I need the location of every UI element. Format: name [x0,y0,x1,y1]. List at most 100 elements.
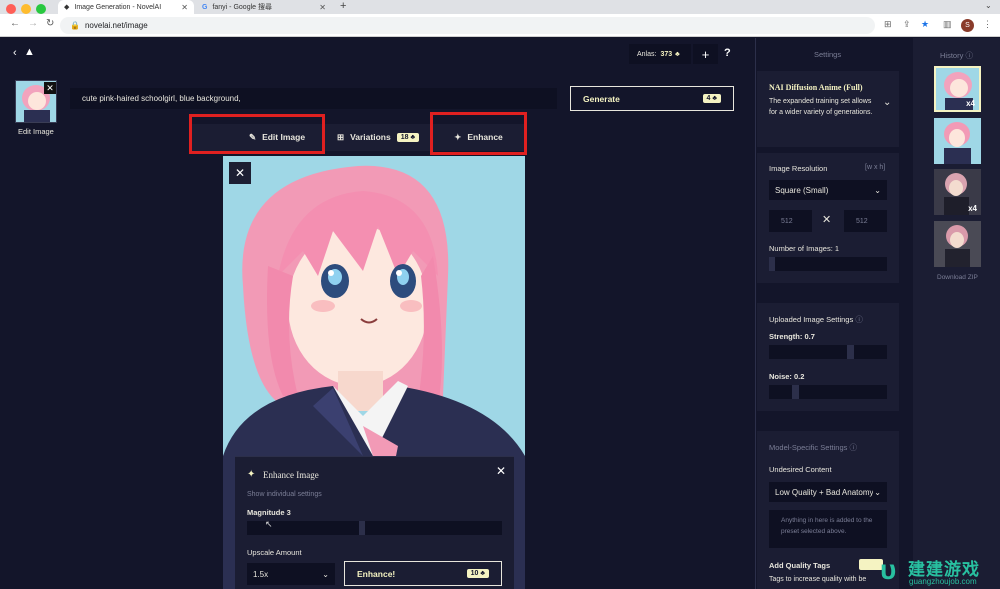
undesired-content-textarea[interactable]: Anything in here is added to the preset … [769,510,887,548]
tab-title: Image Generation - NovelAI [74,3,162,11]
enhance-submit-button[interactable]: Enhance! 10 ♣ [344,561,502,586]
minimize-window-dot[interactable] [21,4,31,14]
prompt-input[interactable]: cute pink-haired schoolgirl, blue backgr… [70,88,557,109]
share-icon[interactable]: ⇪ [903,19,911,30]
resolution-hint: [w x h] [865,164,886,171]
new-tab-icon[interactable]: + [340,0,346,12]
upscale-select[interactable]: 1.5x ⌄ [247,563,335,585]
resolution-label: Image Resolution [769,164,828,173]
tab-list-chevron-icon[interactable]: ⌄ [985,1,992,10]
variations-icon: ⊞ [336,131,345,142]
purchase-anlas-button[interactable]: + [693,44,718,64]
more-menu-icon[interactable]: ⋮ [983,19,992,30]
url-bar[interactable]: 🔒 novelai.net/image [60,17,875,34]
help-button[interactable]: ? [724,47,731,59]
edit-image-caption: Edit Image [18,127,54,136]
close-tab-icon[interactable]: ✕ [181,3,188,12]
noise-value: 0.2 [794,372,805,381]
noise-slider-thumb[interactable] [792,385,799,399]
maximize-window-dot[interactable] [36,4,46,14]
uploaded-settings-title: Uploaded Image Settings ⓘ [769,314,863,325]
history-thumbnail[interactable]: x4 [934,169,981,215]
variations-cost-badge: 18 ♣ [396,132,420,142]
history-thumbnail[interactable] [934,221,981,267]
model-description: The expanded training set allows for a w… [769,98,873,116]
generate-label: Generate [583,93,620,104]
history-title-text: History [940,51,964,60]
close-window-dot[interactable] [6,4,16,14]
collapse-left-icon[interactable]: ‹ [13,47,17,59]
profile-avatar[interactable]: S [961,19,974,32]
generate-cost-badge: 4 ♣ [702,94,721,103]
enhance-label: Enhance [467,132,503,142]
number-of-images-slider[interactable] [769,257,887,271]
reload-icon[interactable]: ↻ [46,18,54,29]
anlas-leaf-icon: ♣ [675,50,680,58]
edit-image-button[interactable]: ✎ Edit Image [238,126,316,148]
settings-title: Settings [814,50,842,59]
watermark-url: guangzhoujob.com [909,577,977,586]
undesired-content-label: Undesired Content [769,465,832,474]
generate-button[interactable]: Generate 4 ♣ [570,86,734,111]
anlas-value: 373 [660,50,673,58]
translate-icon[interactable]: ⊞ [884,19,892,30]
width-input[interactable]: 512 [769,210,812,232]
info-icon[interactable]: ⓘ [855,315,863,324]
close-image-icon[interactable]: ✕ [229,162,251,184]
height-input[interactable]: 512 [844,210,887,232]
model-selector[interactable]: NAI Diffusion Anime (Full) The expanded … [757,71,899,147]
pencil-icon: ✎ [248,131,257,142]
lock-icon: 🔒 [70,21,80,30]
history-thumbnail[interactable]: x4 [934,66,981,112]
tab-title: fanyi - Google 搜尋 [212,4,272,11]
remove-image-icon[interactable]: ✕ [44,82,56,94]
show-individual-settings-link[interactable]: Show individual settings [247,491,322,498]
info-icon[interactable]: ⓘ [849,443,857,452]
enhance-button[interactable]: ✦ Enhance [438,126,519,148]
strength-slider-thumb[interactable] [847,345,854,359]
upscale-value: 1.5x [253,569,269,579]
uploaded-settings-title-text: Uploaded Image Settings [769,315,854,324]
forward-arrow-icon[interactable]: → [28,18,38,29]
strength-value: 0.7 [804,332,815,341]
edit-image-label: Edit Image [262,132,306,142]
model-specific-settings-card: Model-Specific Settings ⓘ Undesired Cont… [757,431,899,589]
browser-tab-novelai[interactable]: ◆ Image Generation - NovelAI ✕ [58,0,194,14]
chevron-down-icon: ⌄ [322,569,329,579]
browser-tab-google[interactable]: G fanyi - Google 搜尋 ✕ [196,0,332,14]
uploaded-image-settings-card: Uploaded Image Settings ⓘ Strength: 0.7 … [757,303,899,411]
novelai-logo-icon[interactable]: ▲ [24,46,35,58]
undesired-preset-select[interactable]: Low Quality + Bad Anatomy ⌄ [769,482,887,502]
magnitude-slider[interactable] [247,521,502,535]
resolution-card: Image Resolution [w x h] Square (Small) … [757,153,899,283]
variations-button[interactable]: ⊞ Variations 18 ♣ [330,126,426,148]
settings-divider [755,38,756,589]
add-quality-tags-label: Add Quality Tags [769,561,831,570]
strength-slider[interactable] [769,345,887,359]
enhance-cost-badge: 10 ♣ [466,569,489,578]
address-toolbar: ← → ↻ 🔒 novelai.net/image ⊞ ⇪ ★ ▥ S ⋮ [0,14,1000,37]
download-zip-link[interactable]: Download ZIP [937,274,978,281]
watermark-logo-icon: υ [880,554,897,585]
info-icon[interactable]: ⓘ [965,51,973,60]
magnitude-slider-thumb[interactable] [359,521,365,535]
history-thumbnail[interactable] [934,118,981,164]
noise-slider[interactable] [769,385,887,399]
number-of-images-value: 1 [834,244,840,253]
model-specific-title: Model-Specific Settings ⓘ [769,442,857,453]
sparkle-icon: ✦ [454,131,462,142]
side-panel-icon[interactable]: ▥ [943,19,952,30]
resolution-preset-value: Square (Small) [775,185,829,195]
mouse-cursor-icon: ↖ [265,519,273,529]
back-arrow-icon[interactable]: ← [10,18,20,29]
resolution-preset-select[interactable]: Square (Small) ⌄ [769,180,887,200]
history-title: History ⓘ [940,50,973,61]
enhance-image-panel: ✦ Enhance Image ✕ Show individual settin… [235,456,514,589]
number-of-images-slider-thumb[interactable] [769,257,775,271]
close-enhance-icon[interactable]: ✕ [496,464,506,478]
enhance-submit-label: Enhance! [357,568,396,579]
bookmark-star-icon[interactable]: ★ [921,19,929,30]
swap-dimensions-icon[interactable]: ✕ [822,213,831,226]
close-tab-icon[interactable]: ✕ [319,3,326,12]
strength-label-text: Strength: [769,332,803,341]
